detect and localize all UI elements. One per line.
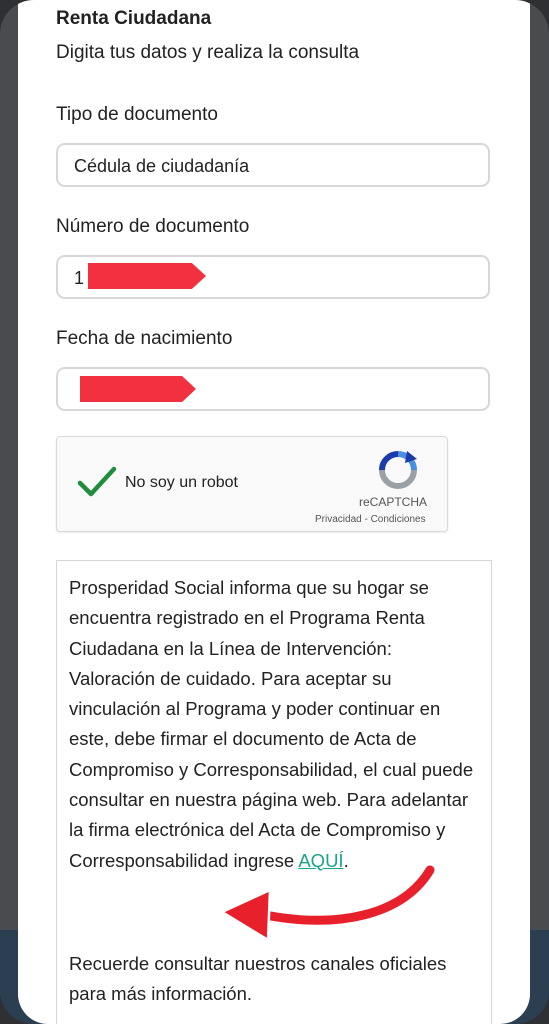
document-type-label: Tipo de documento	[56, 104, 218, 125]
birth-date-label: Fecha de nacimiento	[56, 328, 233, 349]
redaction-mark	[80, 376, 196, 402]
page-subtitle: Digita tus datos y realiza la consulta	[56, 42, 360, 63]
document-number-value: 1	[74, 268, 85, 288]
notice-paragraph: Prosperidad Social informa que su hogar …	[69, 573, 481, 876]
phone-frame: Renta Ciudadana Digita tus datos y reali…	[0, 0, 549, 1024]
redaction-mark	[88, 263, 206, 289]
birth-date-input[interactable]	[56, 367, 490, 411]
recaptcha-label: No soy un robot	[125, 474, 238, 491]
recaptcha-logo-icon	[379, 451, 417, 489]
document-type-select[interactable]: Cédula de ciudadanía	[56, 143, 490, 187]
recaptcha-brand: reCAPTCHA	[359, 495, 428, 509]
notice-text: Prosperidad Social informa que su hogar …	[69, 577, 474, 871]
screen: Renta Ciudadana Digita tus datos y reali…	[18, 0, 530, 1024]
document-number-label: Número de documento	[56, 216, 250, 237]
page-title: Renta Ciudadana	[56, 8, 212, 29]
document-type-value: Cédula de ciudadanía	[74, 156, 250, 176]
document-number-input[interactable]: 1	[56, 255, 490, 299]
annotation-arrow-icon	[220, 863, 437, 942]
checkmark-icon[interactable]	[77, 465, 117, 499]
recaptcha-widget[interactable]: No soy un robot reCAPTCHA Privacidad - C…	[56, 436, 448, 532]
recaptcha-links[interactable]: Privacidad - Condiciones	[315, 514, 426, 525]
